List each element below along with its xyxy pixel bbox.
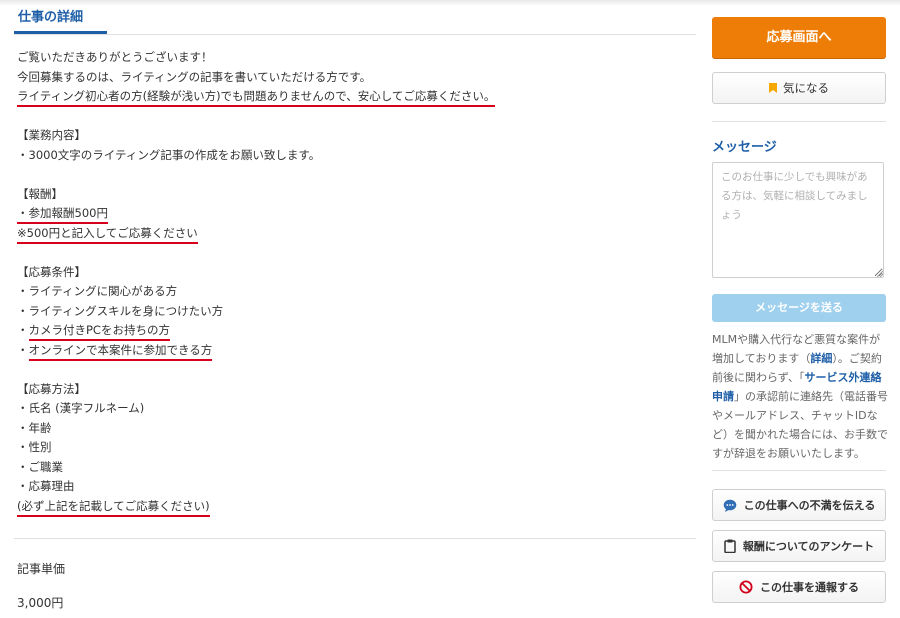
description-line: ・応募理由 [17, 477, 687, 497]
survey-label: 報酬についてのアンケート [742, 540, 875, 553]
description-text: 【報酬】 [17, 186, 63, 201]
prohibited-icon [739, 580, 753, 594]
tab-divider [14, 34, 696, 35]
message-title: メッセージ [712, 140, 777, 155]
description-line: ・参加報酬500円 [17, 204, 687, 224]
description-line: 【業務内容】 [17, 126, 687, 146]
unit-price-value: 3,000円 [17, 596, 64, 610]
description-text: ・ライティングに関心がある方 [17, 284, 178, 298]
report-label: この仕事を通報する [760, 581, 859, 594]
description-line: ※500円と記入してご応募ください [17, 224, 687, 244]
description-line: ・年齢 [17, 419, 687, 439]
send-message-button[interactable]: メッセージを送る [712, 294, 886, 322]
description-line: ・ライティングに関心がある方 [17, 282, 687, 302]
description-text: ・性別 [17, 440, 52, 454]
highlighted-text: (必ず上記を記載してご応募ください) [17, 498, 210, 517]
report-button[interactable]: この仕事を通報する [712, 571, 886, 603]
description-text: ・ご職業 [17, 459, 63, 474]
resize-grip-icon[interactable] [876, 270, 884, 278]
description-text: 【応募条件】 [17, 264, 86, 279]
favorite-button[interactable]: 気になる [712, 72, 886, 104]
description-line: ・オンラインで本案件に参加できる方 [17, 341, 687, 361]
top-shadow [0, 0, 900, 6]
highlighted-text: カメラ付きPCをお持ちの方 [28, 322, 170, 341]
description-line: ・氏名 (漢字フルネーム) [17, 399, 687, 419]
description-text: 【業務内容】 [17, 128, 86, 142]
description-text: 今回募集するのは、ライティングの記事を書いていただける方です。 [17, 69, 372, 84]
description-line: 今回募集するのは、ライティングの記事を書いていただける方です。 [17, 68, 687, 88]
description-line: 【応募条件】 [17, 263, 687, 283]
description-line: ・カメラ付きPCをお持ちの方 [17, 321, 687, 341]
description-text: ・応募理由 [17, 479, 75, 493]
description-text: ・3000文字のライティング記事の作成をお願い致します。 [17, 147, 321, 162]
description-line: 【報酬】 [17, 185, 687, 205]
description-line: ・ライティングスキルを身につけたい方 [17, 302, 687, 322]
description-line: ・ご職業 [17, 458, 687, 478]
message-placeholder: このお仕事に少しでも興味がある方は、気軽に相談してみましょう [721, 171, 868, 221]
description-line: (必ず上記を記載してご応募ください) [17, 497, 687, 517]
section-divider [14, 538, 696, 539]
highlighted-text: ・参加報酬500円 [17, 205, 108, 224]
apply-button[interactable]: 応募画面へ [712, 17, 886, 58]
description-text: ・ [17, 323, 29, 337]
description-text: ・ライティングスキルを身につけたい方 [17, 303, 224, 318]
description-line: ・性別 [17, 438, 687, 458]
highlighted-text: ライティング初心者の方(経験が浅い方)でも問題ありませんので、安心してご応募くだ… [17, 88, 496, 107]
highlighted-text: オンラインで本案件に参加できる方 [28, 342, 213, 361]
favorite-label: 気になる [783, 81, 829, 95]
description-line: ご覧いただきありがとうございます！ [17, 48, 687, 68]
description-text: 【応募方法】 [17, 381, 86, 396]
highlighted-text: ※500円と記入してご応募ください [17, 225, 198, 244]
unit-price-label: 記事単価 [17, 562, 66, 576]
complaint-button[interactable]: この仕事への不満を伝える [712, 489, 886, 521]
description-text: ・氏名 (漢字フルネーム) [17, 401, 145, 415]
clipboard-icon [724, 539, 736, 553]
notice-text-3: 」の承認前に連絡先（電話番号やメールアドレス、チャットIDなど）を聞かれた場合に… [712, 390, 888, 460]
scam-notice: MLMや購入代行など悪質な案件が増加しております（詳細）。ご契約前後に関わらず、… [712, 330, 888, 463]
description-line: ライティング初心者の方(経験が浅い方)でも問題ありませんので、安心してご応募くだ… [17, 87, 687, 107]
description-text: ・年齢 [17, 420, 52, 435]
sidebar-divider-2 [712, 470, 886, 471]
speech-bubble-icon [723, 499, 737, 512]
job-description: ご覧いただきありがとうございます！ 今回募集するのは、ライティングの記事を書いてい… [17, 48, 687, 517]
sidebar-divider [712, 121, 886, 122]
detail-link[interactable]: 詳細 [810, 352, 832, 365]
description-line: ・3000文字のライティング記事の作成をお願い致します。 [17, 146, 687, 166]
description-text: ・ [17, 342, 29, 357]
bookmark-icon [769, 83, 777, 93]
tab-job-detail[interactable]: 仕事の詳細 [18, 6, 83, 25]
survey-button[interactable]: 報酬についてのアンケート [712, 530, 886, 562]
description-line: 【応募方法】 [17, 380, 687, 400]
complaint-label: この仕事への不満を伝える [743, 499, 876, 512]
description-text: ご覧いただきありがとうございます！ [17, 50, 213, 64]
